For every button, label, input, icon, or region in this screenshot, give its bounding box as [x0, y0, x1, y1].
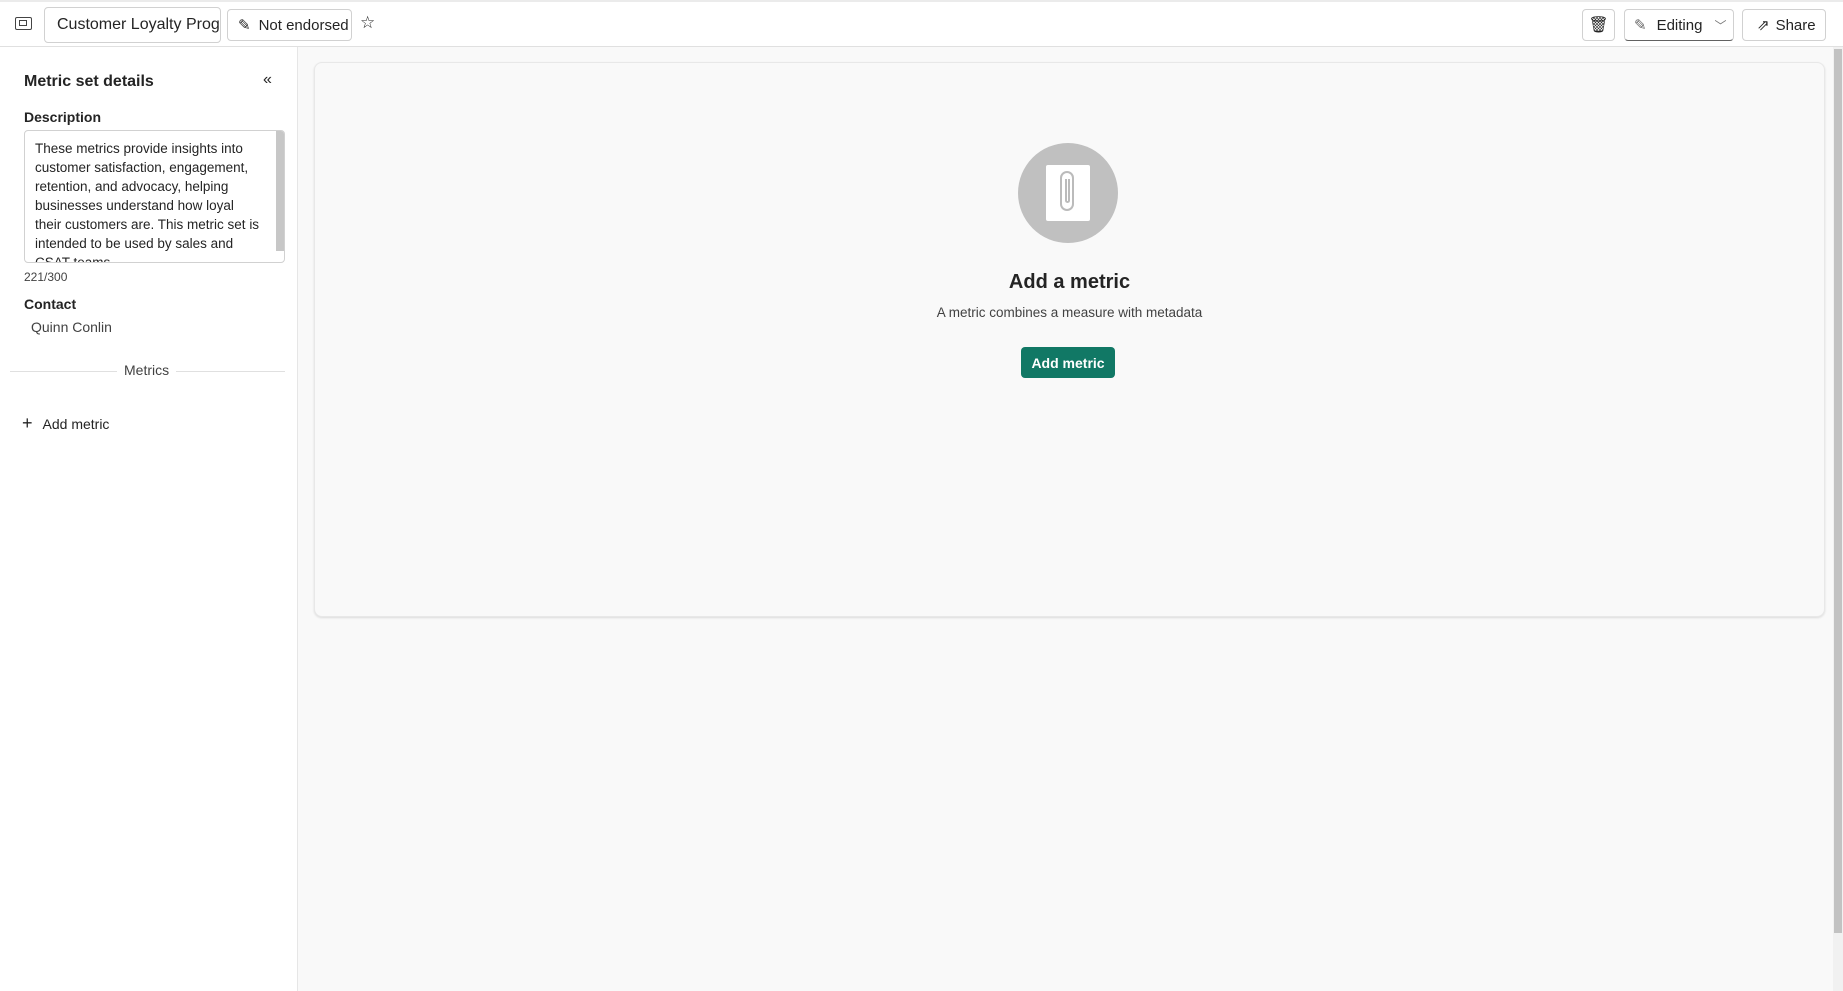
endorsement-button[interactable]: ✎ Not endorsed [227, 9, 352, 41]
metric-illustration-icon [1018, 143, 1118, 243]
add-metric-link[interactable]: + Add metric [22, 413, 109, 434]
pencil-icon: ✎ [1634, 17, 1647, 34]
mode-dropdown[interactable]: ✎ Editing ﹀ [1624, 9, 1734, 41]
share-button[interactable]: ⇗ Share [1742, 9, 1826, 41]
delete-button[interactable]: 🗑 [1582, 9, 1615, 41]
share-icon: ⇗ [1757, 17, 1770, 34]
panel-heading: Metric set details [24, 73, 154, 90]
contact-label: Contact [24, 296, 77, 312]
chevron-down-icon: ﹀ [1714, 18, 1727, 33]
add-metric-button[interactable]: Add metric [1021, 347, 1115, 378]
description-text: These metrics provide insights into cust… [35, 141, 260, 263]
trash-icon: 🗑 [1588, 17, 1609, 34]
collapse-icon[interactable]: « [263, 71, 272, 89]
char-count: 221/300 [24, 270, 68, 284]
top-bar: Customer Loyalty Prog ✎ Not endorsed ☆ 🗑 … [0, 0, 1843, 47]
title-text: Customer Loyalty Prog [57, 16, 220, 33]
panel-toggle-icon[interactable] [15, 17, 32, 30]
plus-icon: + [22, 413, 33, 433]
title-field[interactable]: Customer Loyalty Prog [44, 7, 221, 43]
star-icon[interactable]: ☆ [360, 13, 375, 33]
details-panel: Metric set details « Description These m… [0, 47, 298, 991]
main-area: Add a metric A metric combines a measure… [298, 47, 1833, 991]
share-label: Share [1775, 16, 1816, 34]
empty-state-title: Add a metric [1008, 271, 1131, 293]
description-textarea[interactable]: These metrics provide insights into cust… [24, 130, 285, 263]
contact-name: Quinn Conlin [31, 319, 112, 335]
mode-label: Editing [1656, 16, 1703, 34]
page-scrollbar[interactable] [1833, 47, 1843, 991]
description-label: Description [24, 109, 102, 125]
textarea-scrollbar[interactable] [276, 131, 284, 251]
empty-state-subtitle: A metric combines a measure with metadat… [936, 305, 1203, 320]
empty-state-card: Add a metric A metric combines a measure… [314, 62, 1825, 617]
endorsement-label: Not endorsed [258, 16, 349, 34]
add-metric-label: Add metric [42, 415, 110, 432]
pencil-icon: ✎ [238, 17, 251, 34]
metrics-divider-label: Metrics [117, 362, 177, 378]
scrollbar-thumb[interactable] [1834, 49, 1842, 933]
